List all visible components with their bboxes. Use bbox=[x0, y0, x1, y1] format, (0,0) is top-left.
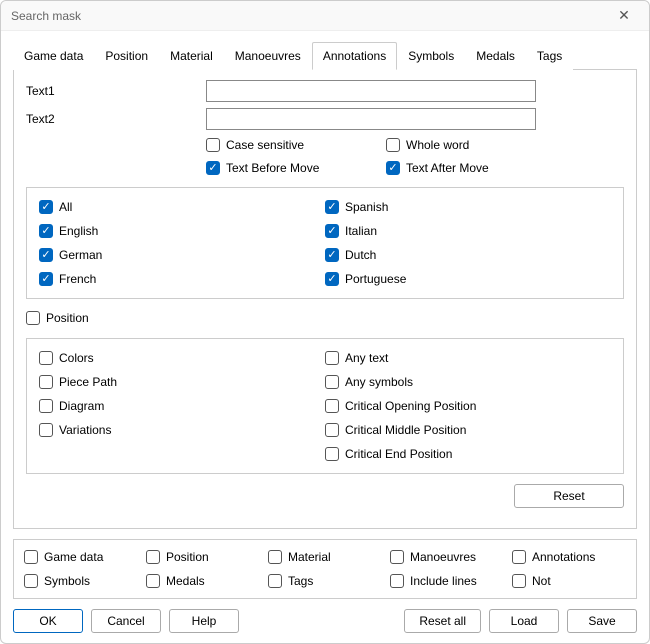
text-after-move-label: Text After Move bbox=[406, 161, 489, 175]
whole-word-checkbox[interactable]: Whole word bbox=[386, 138, 469, 152]
lang-french-label: French bbox=[59, 272, 96, 286]
critical-middle-checkbox[interactable]: Critical Middle Position bbox=[325, 423, 611, 437]
summary-game-data-label: Game data bbox=[44, 550, 103, 564]
help-button[interactable]: Help bbox=[169, 609, 239, 633]
any-symbols-label: Any symbols bbox=[345, 375, 413, 389]
lang-portuguese-label: Portuguese bbox=[345, 272, 406, 286]
lang-dutch-label: Dutch bbox=[345, 248, 376, 262]
save-button[interactable]: Save bbox=[567, 609, 637, 633]
lang-english-label: English bbox=[59, 224, 98, 238]
tab-material[interactable]: Material bbox=[159, 42, 224, 70]
summary-not-checkbox[interactable]: Not bbox=[512, 574, 626, 588]
lang-dutch-checkbox[interactable]: Dutch bbox=[325, 248, 611, 262]
filter-summary-group: Game data Position Material Manoeuvres A… bbox=[13, 539, 637, 599]
lang-portuguese-checkbox[interactable]: Portuguese bbox=[325, 272, 611, 286]
any-symbols-checkbox[interactable]: Any symbols bbox=[325, 375, 611, 389]
summary-include-lines-label: Include lines bbox=[410, 574, 477, 588]
case-sensitive-label: Case sensitive bbox=[226, 138, 304, 152]
tab-symbols[interactable]: Symbols bbox=[397, 42, 465, 70]
lang-english-checkbox[interactable]: English bbox=[39, 224, 325, 238]
any-text-checkbox[interactable]: Any text bbox=[325, 351, 611, 365]
critical-end-checkbox[interactable]: Critical End Position bbox=[325, 447, 611, 461]
position-label: Position bbox=[46, 311, 89, 325]
text2-label: Text2 bbox=[26, 112, 206, 126]
reset-button[interactable]: Reset bbox=[514, 484, 624, 508]
tab-game-data[interactable]: Game data bbox=[13, 42, 94, 70]
diagram-checkbox[interactable]: Diagram bbox=[39, 399, 325, 413]
content-area: Game data Position Material Manoeuvres A… bbox=[1, 31, 649, 643]
reset-all-button[interactable]: Reset all bbox=[404, 609, 481, 633]
summary-material-label: Material bbox=[288, 550, 331, 564]
titlebar: Search mask ✕ bbox=[1, 1, 649, 31]
window-title: Search mask bbox=[11, 9, 609, 23]
critical-opening-label: Critical Opening Position bbox=[345, 399, 476, 413]
summary-position-label: Position bbox=[166, 550, 209, 564]
languages-group: All English German French Spanish Italia… bbox=[26, 187, 624, 299]
critical-end-label: Critical End Position bbox=[345, 447, 452, 461]
summary-medals-label: Medals bbox=[166, 574, 205, 588]
tab-annotations[interactable]: Annotations bbox=[312, 42, 397, 70]
attributes-group: Colors Piece Path Diagram Variations Any… bbox=[26, 338, 624, 474]
lang-italian-label: Italian bbox=[345, 224, 377, 238]
text2-input[interactable] bbox=[206, 108, 536, 130]
lang-italian-checkbox[interactable]: Italian bbox=[325, 224, 611, 238]
cancel-button[interactable]: Cancel bbox=[91, 609, 161, 633]
summary-game-data-checkbox[interactable]: Game data bbox=[24, 550, 138, 564]
tab-manoeuvres[interactable]: Manoeuvres bbox=[224, 42, 312, 70]
critical-opening-checkbox[interactable]: Critical Opening Position bbox=[325, 399, 611, 413]
ok-button[interactable]: OK bbox=[13, 609, 83, 633]
lang-spanish-checkbox[interactable]: Spanish bbox=[325, 200, 611, 214]
summary-tags-label: Tags bbox=[288, 574, 313, 588]
critical-middle-label: Critical Middle Position bbox=[345, 423, 466, 437]
text-after-move-checkbox[interactable]: Text After Move bbox=[386, 161, 489, 175]
position-checkbox[interactable]: Position bbox=[26, 311, 89, 325]
summary-symbols-checkbox[interactable]: Symbols bbox=[24, 574, 138, 588]
tab-tags[interactable]: Tags bbox=[526, 42, 573, 70]
lang-spanish-label: Spanish bbox=[345, 200, 388, 214]
summary-not-label: Not bbox=[532, 574, 551, 588]
tab-bar: Game data Position Material Manoeuvres A… bbox=[13, 41, 637, 69]
colors-checkbox[interactable]: Colors bbox=[39, 351, 325, 365]
text1-label: Text1 bbox=[26, 84, 206, 98]
dialog-window: Search mask ✕ Game data Position Materia… bbox=[0, 0, 650, 644]
dialog-footer: OK Cancel Help Reset all Load Save bbox=[13, 609, 637, 633]
summary-material-checkbox[interactable]: Material bbox=[268, 550, 382, 564]
tab-medals[interactable]: Medals bbox=[465, 42, 526, 70]
summary-tags-checkbox[interactable]: Tags bbox=[268, 574, 382, 588]
summary-manoeuvres-label: Manoeuvres bbox=[410, 550, 476, 564]
lang-german-label: German bbox=[59, 248, 102, 262]
summary-position-checkbox[interactable]: Position bbox=[146, 550, 260, 564]
lang-all-checkbox[interactable]: All bbox=[39, 200, 325, 214]
text-before-move-label: Text Before Move bbox=[226, 161, 319, 175]
case-sensitive-checkbox[interactable]: Case sensitive bbox=[206, 138, 304, 152]
summary-annotations-label: Annotations bbox=[532, 550, 595, 564]
variations-checkbox[interactable]: Variations bbox=[39, 423, 325, 437]
summary-medals-checkbox[interactable]: Medals bbox=[146, 574, 260, 588]
summary-include-lines-checkbox[interactable]: Include lines bbox=[390, 574, 504, 588]
piece-path-checkbox[interactable]: Piece Path bbox=[39, 375, 325, 389]
load-button[interactable]: Load bbox=[489, 609, 559, 633]
close-icon[interactable]: ✕ bbox=[609, 7, 639, 24]
text1-input[interactable] bbox=[206, 80, 536, 102]
lang-german-checkbox[interactable]: German bbox=[39, 248, 325, 262]
tab-panel-annotations: Text1 Text2 Case sensitive Whole word Te… bbox=[13, 69, 637, 529]
lang-french-checkbox[interactable]: French bbox=[39, 272, 325, 286]
diagram-label: Diagram bbox=[59, 399, 104, 413]
piece-path-label: Piece Path bbox=[59, 375, 117, 389]
tab-position[interactable]: Position bbox=[94, 42, 159, 70]
colors-label: Colors bbox=[59, 351, 94, 365]
text-before-move-checkbox[interactable]: Text Before Move bbox=[206, 161, 319, 175]
any-text-label: Any text bbox=[345, 351, 388, 365]
summary-manoeuvres-checkbox[interactable]: Manoeuvres bbox=[390, 550, 504, 564]
whole-word-label: Whole word bbox=[406, 138, 469, 152]
summary-annotations-checkbox[interactable]: Annotations bbox=[512, 550, 626, 564]
summary-symbols-label: Symbols bbox=[44, 574, 90, 588]
variations-label: Variations bbox=[59, 423, 111, 437]
lang-all-label: All bbox=[59, 200, 72, 214]
